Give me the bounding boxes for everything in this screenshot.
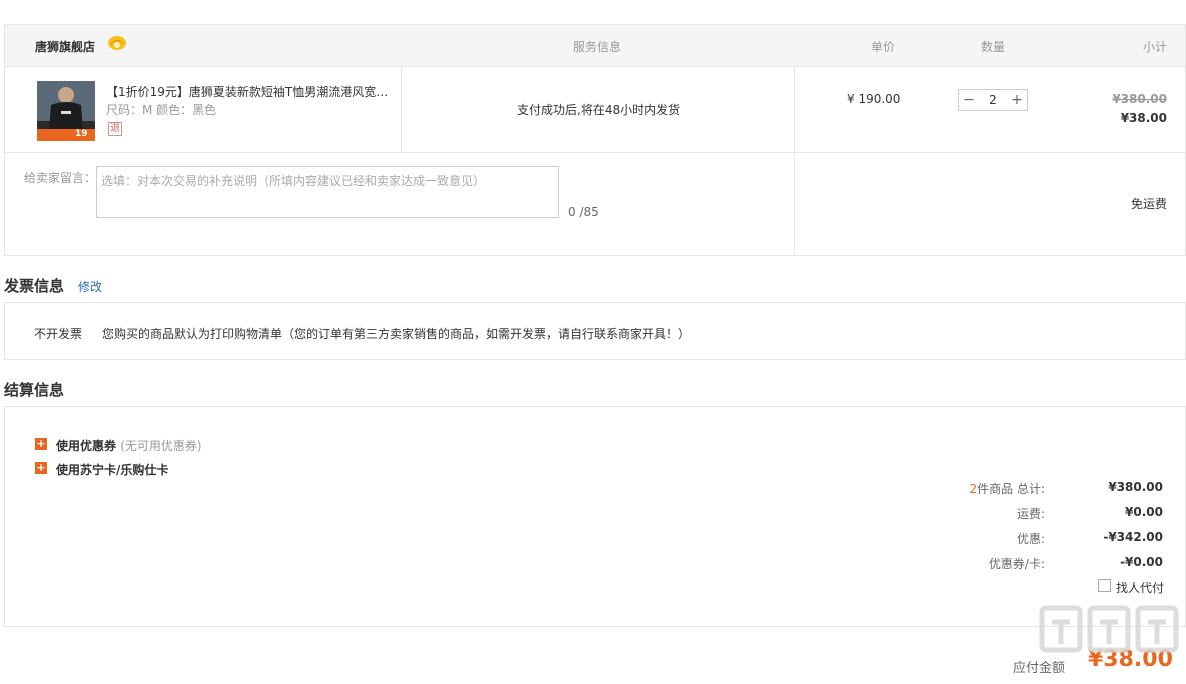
invoice-box: 不开发票 您购买的商品默认为打印购物清单（您的订单有第三方卖家销售的商品，如需开… [4, 302, 1186, 360]
product-title[interactable]: 【1折价19元】唐狮夏装新款短袖T恤男潮流港风宽… [106, 83, 391, 100]
item-count-suffix: 件商品 总计: [977, 482, 1045, 496]
quantity-stepper: − 2 + [958, 89, 1028, 111]
discount-amount: -¥342.00 [1103, 530, 1163, 544]
proxy-pay-label[interactable]: 找人代付 [1116, 579, 1164, 596]
item-count-label: 2件商品 总计: [970, 480, 1046, 497]
store-service-icon[interactable] [107, 35, 127, 51]
use-suning-card-option[interactable]: 使用苏宁卡/乐购仕卡 [56, 461, 168, 478]
watermark-logo [1039, 605, 1179, 653]
settlement-box: + 使用优惠券 (无可用优惠券) + 使用苏宁卡/乐购仕卡 2件商品 总计: ¥… [4, 406, 1186, 627]
unit-price: ¥ 190.00 [847, 92, 901, 106]
divider [794, 153, 795, 255]
thumbnail-price-badge: 19 [75, 129, 88, 139]
column-service: 服务信息 [573, 40, 622, 54]
service-info: 支付成功后,将在48小时内发货 [517, 103, 681, 117]
settlement-section-title: 结算信息 [4, 381, 65, 399]
seller-message-label: 给卖家留言： [24, 171, 97, 185]
message-char-count: 0 /85 [568, 205, 599, 219]
expand-plus-icon[interactable]: + [35, 462, 47, 474]
qty-value[interactable]: 2 [979, 93, 1007, 107]
refund-tag: 退 [108, 122, 122, 136]
subtotal-original: ¥380.00 [1112, 92, 1167, 106]
shipping-status: 免运费 [1130, 197, 1167, 211]
coupon-availability: (无可用优惠券) [120, 439, 202, 453]
shipping-label: 运费: [1016, 507, 1045, 521]
order-table: 唐狮旗舰店 服务信息 单价 数量 小计 19 【1折价19元】唐狮夏装新款短袖T… [4, 24, 1186, 256]
subtotal-final: ¥38.00 [1120, 111, 1167, 125]
invoice-note: 您购买的商品默认为打印购物清单（您的订单有第三方卖家销售的商品，如需开发票，请自… [102, 327, 691, 341]
proxy-pay-checkbox[interactable] [1098, 579, 1111, 592]
use-coupon-option[interactable]: 使用优惠券 (无可用优惠券) [56, 437, 202, 454]
product-spec: 尺码：M 颜色：黑色 [106, 103, 217, 117]
product-thumbnail[interactable]: 19 [37, 81, 95, 141]
divider [794, 67, 795, 153]
item-count: 2 [969, 482, 978, 496]
qty-decrease-button[interactable]: − [959, 90, 979, 110]
column-qty: 数量 [981, 40, 1006, 54]
qty-increase-button[interactable]: + [1007, 90, 1027, 110]
use-coupon-label: 使用优惠券 [56, 439, 117, 453]
column-price: 单价 [871, 40, 896, 54]
coupon-card-label: 优惠券/卡: [988, 557, 1045, 571]
column-subtotal: 小计 [1142, 40, 1167, 54]
order-total: ¥380.00 [1108, 480, 1163, 494]
invoice-section-title: 发票信息 [4, 277, 65, 295]
divider [401, 67, 402, 153]
discount-label: 优惠: [1016, 532, 1045, 546]
order-header: 唐狮旗舰店 服务信息 单价 数量 小计 [5, 25, 1185, 67]
invoice-type: 不开发票 [34, 327, 83, 341]
store-name[interactable]: 唐狮旗舰店 [35, 38, 95, 55]
coupon-card-amount: -¥0.00 [1120, 555, 1163, 569]
seller-message-input[interactable] [96, 166, 559, 218]
expand-plus-icon[interactable]: + [35, 438, 47, 450]
invoice-edit-link[interactable]: 修改 [78, 278, 102, 295]
shipping-fee: ¥0.00 [1125, 505, 1163, 519]
order-item-row: 19 【1折价19元】唐狮夏装新款短袖T恤男潮流港风宽… 尺码：M 颜色：黑色 … [5, 67, 1185, 153]
